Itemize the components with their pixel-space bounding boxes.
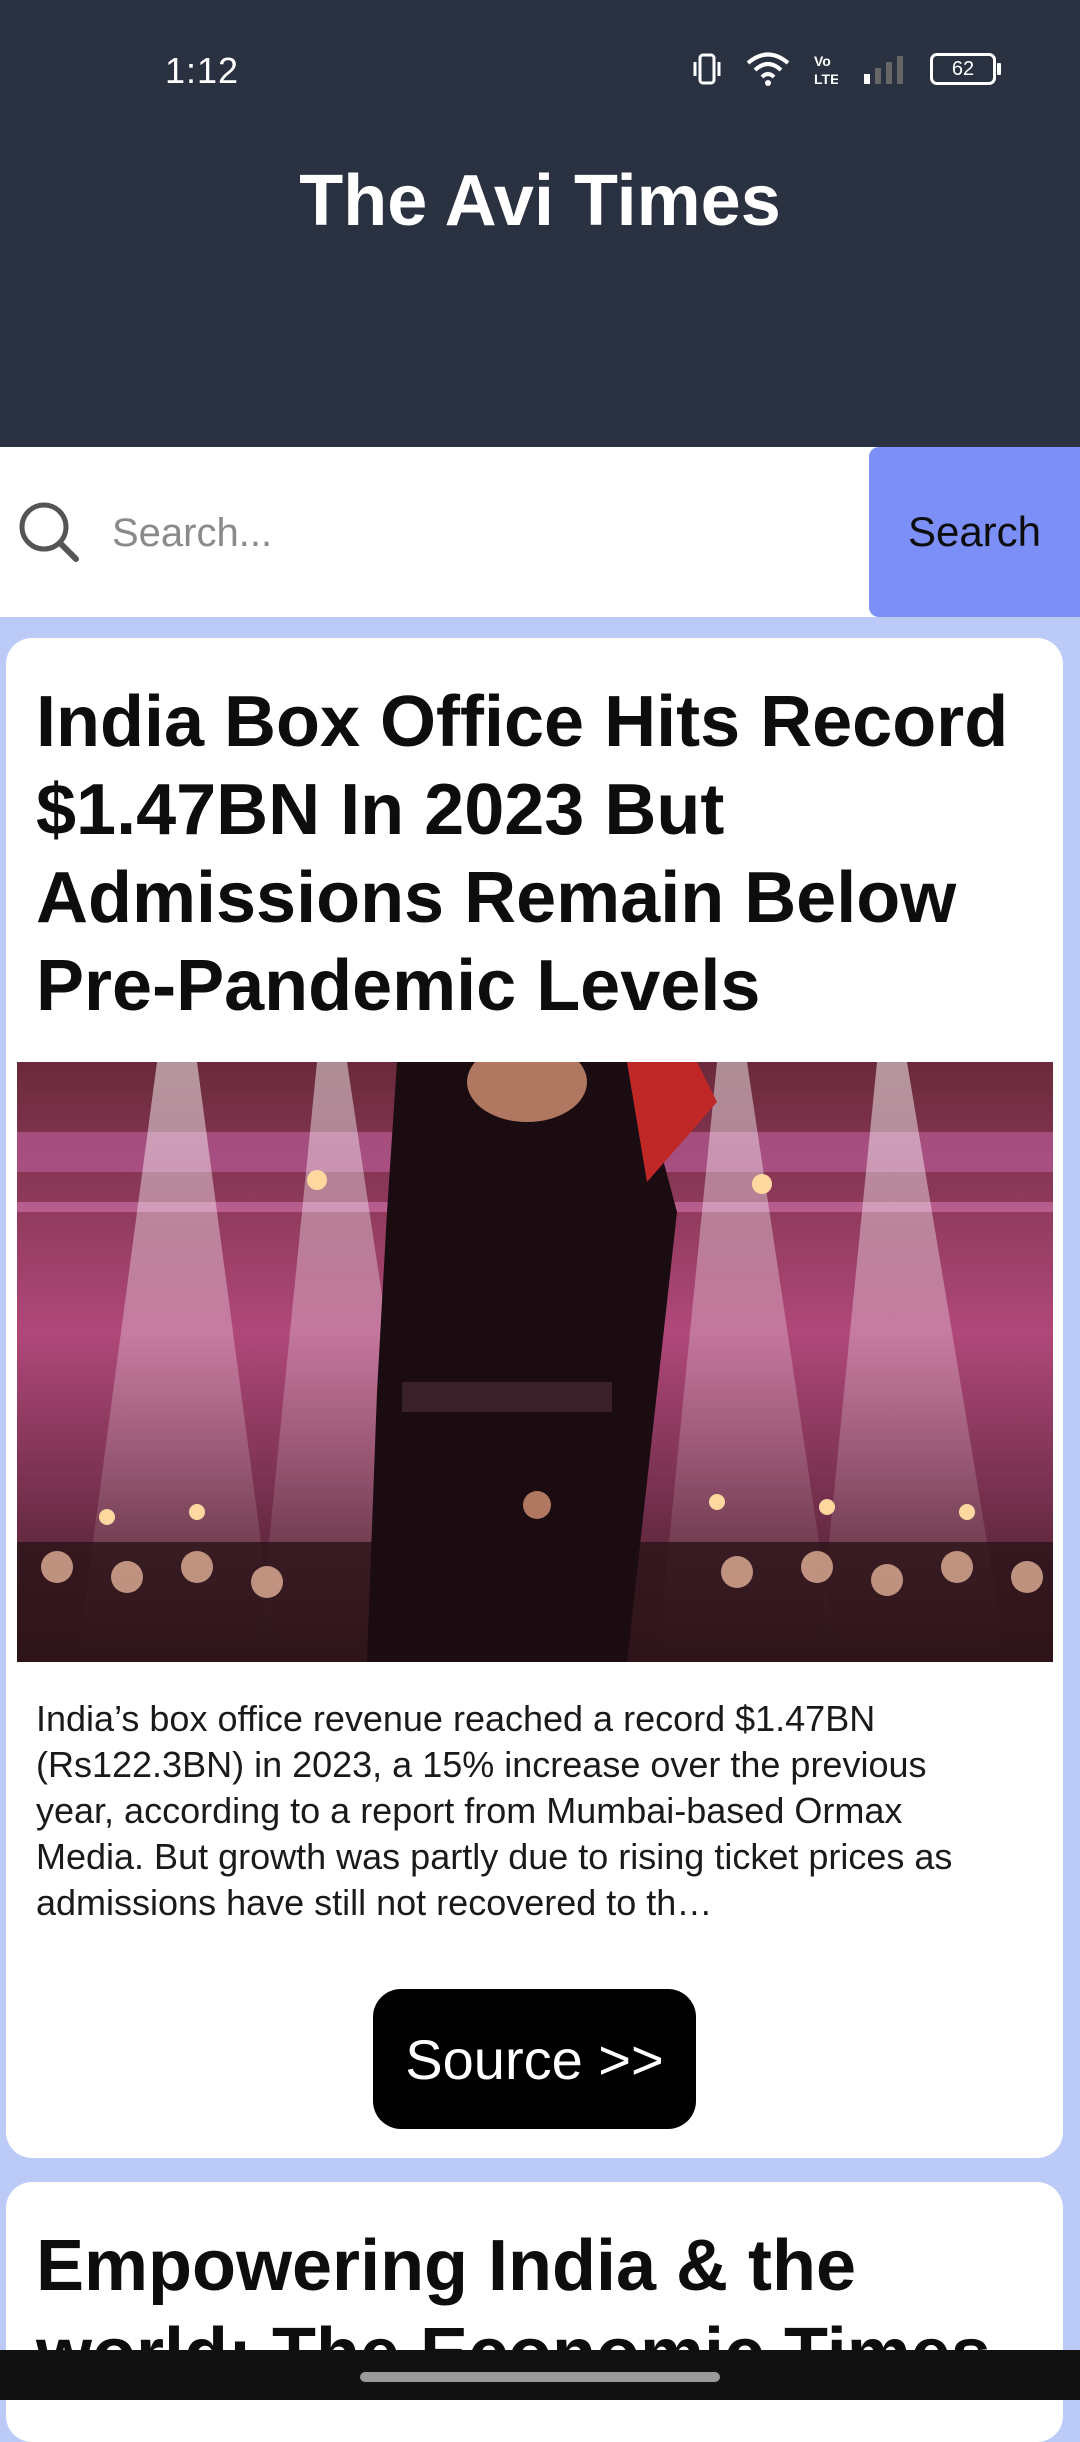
- home-gesture-handle[interactable]: [360, 2372, 720, 2382]
- article-image: [17, 1062, 1053, 1662]
- app-title: The Avi Times: [299, 161, 781, 241]
- svg-text:LTE: LTE: [814, 71, 838, 86]
- article-card: Empowering India & the world: The Econom…: [6, 2182, 1063, 2442]
- status-bar: 1:12 Vo LTE 62: [0, 40, 1080, 104]
- article-card: India Box Office Hits Record $1.47BN In …: [6, 638, 1063, 2158]
- app-header: 1:12 Vo LTE 62 The Avi Times: [0, 0, 1080, 447]
- search-input[interactable]: [110, 487, 834, 579]
- article-image-graphic: [17, 1062, 1053, 1662]
- search-button[interactable]: Search: [869, 447, 1080, 617]
- article-title: India Box Office Hits Record $1.47BN In …: [36, 682, 1009, 1026]
- battery-icon: 62: [930, 53, 1001, 85]
- search-icon: [19, 502, 79, 562]
- wifi-icon: [746, 52, 790, 86]
- svg-text:Vo: Vo: [814, 53, 831, 69]
- status-time: 1:12: [165, 50, 240, 91]
- source-button[interactable]: Source >>: [373, 1989, 696, 2129]
- signal-icon: [864, 56, 903, 84]
- volte-icon: Vo LTE: [814, 53, 838, 86]
- system-nav-bar: [0, 2350, 1080, 2400]
- vibrate-icon: [693, 53, 721, 85]
- article-description: India’s box office revenue reached a rec…: [36, 1698, 953, 1923]
- status-icons: Vo LTE 62: [692, 52, 1001, 86]
